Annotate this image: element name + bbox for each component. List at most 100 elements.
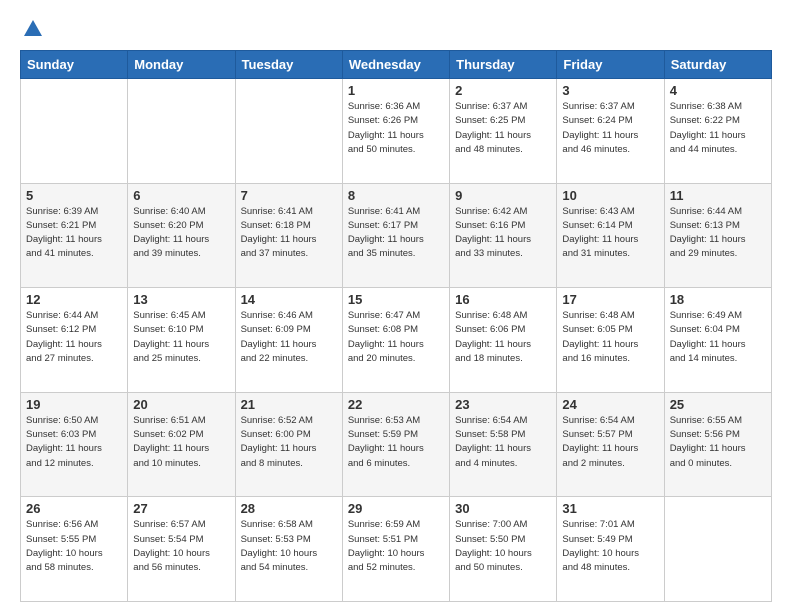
page: SundayMondayTuesdayWednesdayThursdayFrid…: [0, 0, 792, 612]
calendar-cell: 19 Sunrise: 6:50 AM Sunset: 6:03 PM Dayli…: [21, 392, 128, 497]
day-info: Sunrise: 6:40 AM Sunset: 6:20 PM Dayligh…: [133, 205, 229, 262]
calendar-cell: 23Sunrise: 6:54 AM Sunset: 5:58 PM Dayli…: [450, 392, 557, 497]
calendar-table: SundayMondayTuesdayWednesdayThursdayFrid…: [20, 50, 772, 602]
day-number: 24: [562, 397, 658, 412]
col-header-sunday: Sunday: [21, 51, 128, 79]
calendar-cell: 31Sunrise: 7:01 AM Sunset: 5:49 PM Dayli…: [557, 497, 664, 602]
calendar-cell: 15 Sunrise: 6:47 AM Sunset: 6:08 PM Dayli…: [342, 288, 449, 393]
day-info: Sunrise: 6:53 AM Sunset: 5:59 PM Dayligh…: [348, 414, 444, 471]
day-number: 26: [26, 501, 122, 516]
week-row-2: 12 Sunrise: 6:44 AM Sunset: 6:12 PM Dayli…: [21, 288, 772, 393]
day-number: 19: [26, 397, 122, 412]
calendar-cell: 14Sunrise: 6:46 AM Sunset: 6:09 PM Dayli…: [235, 288, 342, 393]
calendar-cell: 18 Sunrise: 6:49 AM Sunset: 6:04 PM Dayli…: [664, 288, 771, 393]
calendar-cell: 6 Sunrise: 6:40 AM Sunset: 6:20 PM Daylig…: [128, 183, 235, 288]
calendar-cell: 26 Sunrise: 6:56 AM Sunset: 5:55 PM Dayli…: [21, 497, 128, 602]
week-row-1: 5 Sunrise: 6:39 AM Sunset: 6:21 PM Daylig…: [21, 183, 772, 288]
day-info: Sunrise: 6:44 AM Sunset: 6:12 PM Dayligh…: [26, 309, 122, 366]
day-info: Sunrise: 6:43 AM Sunset: 6:14 PM Dayligh…: [562, 205, 658, 262]
day-info: Sunrise: 6:45 AM Sunset: 6:10 PM Dayligh…: [133, 309, 229, 366]
day-number: 9: [455, 188, 551, 203]
logo-icon: [22, 18, 44, 40]
col-header-tuesday: Tuesday: [235, 51, 342, 79]
day-number: 29: [348, 501, 444, 516]
calendar-cell: 17 Sunrise: 6:48 AM Sunset: 6:05 PM Dayli…: [557, 288, 664, 393]
day-info: Sunrise: 6:41 AM Sunset: 6:18 PM Dayligh…: [241, 205, 337, 262]
calendar-cell: 13 Sunrise: 6:45 AM Sunset: 6:10 PM Dayli…: [128, 288, 235, 393]
calendar-cell: 25 Sunrise: 6:55 AM Sunset: 5:56 PM Dayli…: [664, 392, 771, 497]
calendar-cell: 22Sunrise: 6:53 AM Sunset: 5:59 PM Dayli…: [342, 392, 449, 497]
calendar-cell: 10Sunrise: 6:43 AM Sunset: 6:14 PM Dayli…: [557, 183, 664, 288]
day-number: 16: [455, 292, 551, 307]
logo: [20, 18, 44, 40]
calendar-cell: 28Sunrise: 6:58 AM Sunset: 5:53 PM Dayli…: [235, 497, 342, 602]
week-row-0: 1Sunrise: 6:36 AM Sunset: 6:26 PM Daylig…: [21, 79, 772, 184]
day-number: 2: [455, 83, 551, 98]
calendar-cell: 21 Sunrise: 6:52 AM Sunset: 6:00 PM Dayli…: [235, 392, 342, 497]
day-info: Sunrise: 6:55 AM Sunset: 5:56 PM Dayligh…: [670, 414, 766, 471]
day-info: Sunrise: 6:36 AM Sunset: 6:26 PM Dayligh…: [348, 100, 444, 157]
day-info: Sunrise: 6:49 AM Sunset: 6:04 PM Dayligh…: [670, 309, 766, 366]
day-info: Sunrise: 6:42 AM Sunset: 6:16 PM Dayligh…: [455, 205, 551, 262]
day-info: Sunrise: 6:48 AM Sunset: 6:06 PM Dayligh…: [455, 309, 551, 366]
day-info: Sunrise: 6:44 AM Sunset: 6:13 PM Dayligh…: [670, 205, 766, 262]
day-number: 11: [670, 188, 766, 203]
day-info: Sunrise: 7:00 AM Sunset: 5:50 PM Dayligh…: [455, 518, 551, 575]
day-info: Sunrise: 6:59 AM Sunset: 5:51 PM Dayligh…: [348, 518, 444, 575]
day-number: 6: [133, 188, 229, 203]
week-row-4: 26 Sunrise: 6:56 AM Sunset: 5:55 PM Dayli…: [21, 497, 772, 602]
day-number: 23: [455, 397, 551, 412]
day-info: Sunrise: 6:54 AM Sunset: 5:57 PM Dayligh…: [562, 414, 658, 471]
header: [20, 18, 772, 40]
calendar-cell: 2 Sunrise: 6:37 AM Sunset: 6:25 PM Daylig…: [450, 79, 557, 184]
col-header-thursday: Thursday: [450, 51, 557, 79]
day-info: Sunrise: 6:52 AM Sunset: 6:00 PM Dayligh…: [241, 414, 337, 471]
calendar-cell: [235, 79, 342, 184]
calendar-cell: [664, 497, 771, 602]
day-number: 25: [670, 397, 766, 412]
day-number: 20: [133, 397, 229, 412]
day-info: Sunrise: 6:37 AM Sunset: 6:25 PM Dayligh…: [455, 100, 551, 157]
calendar-cell: 29 Sunrise: 6:59 AM Sunset: 5:51 PM Dayli…: [342, 497, 449, 602]
calendar-cell: 16 Sunrise: 6:48 AM Sunset: 6:06 PM Dayli…: [450, 288, 557, 393]
day-info: Sunrise: 6:47 AM Sunset: 6:08 PM Dayligh…: [348, 309, 444, 366]
day-number: 30: [455, 501, 551, 516]
calendar-cell: 11 Sunrise: 6:44 AM Sunset: 6:13 PM Dayli…: [664, 183, 771, 288]
day-number: 12: [26, 292, 122, 307]
calendar-cell: 5 Sunrise: 6:39 AM Sunset: 6:21 PM Daylig…: [21, 183, 128, 288]
day-number: 7: [241, 188, 337, 203]
day-info: Sunrise: 6:37 AM Sunset: 6:24 PM Dayligh…: [562, 100, 658, 157]
day-info: Sunrise: 6:56 AM Sunset: 5:55 PM Dayligh…: [26, 518, 122, 575]
week-row-3: 19 Sunrise: 6:50 AM Sunset: 6:03 PM Dayli…: [21, 392, 772, 497]
day-info: Sunrise: 6:39 AM Sunset: 6:21 PM Dayligh…: [26, 205, 122, 262]
calendar-cell: 12 Sunrise: 6:44 AM Sunset: 6:12 PM Dayli…: [21, 288, 128, 393]
day-number: 18: [670, 292, 766, 307]
day-number: 3: [562, 83, 658, 98]
day-info: Sunrise: 6:48 AM Sunset: 6:05 PM Dayligh…: [562, 309, 658, 366]
calendar-cell: [128, 79, 235, 184]
calendar-cell: [21, 79, 128, 184]
calendar-cell: 30 Sunrise: 7:00 AM Sunset: 5:50 PM Dayli…: [450, 497, 557, 602]
day-number: 27: [133, 501, 229, 516]
col-header-saturday: Saturday: [664, 51, 771, 79]
calendar-cell: 1Sunrise: 6:36 AM Sunset: 6:26 PM Daylig…: [342, 79, 449, 184]
day-number: 13: [133, 292, 229, 307]
day-number: 8: [348, 188, 444, 203]
calendar-cell: 3 Sunrise: 6:37 AM Sunset: 6:24 PM Daylig…: [557, 79, 664, 184]
calendar-cell: 20Sunrise: 6:51 AM Sunset: 6:02 PM Dayli…: [128, 392, 235, 497]
day-number: 5: [26, 188, 122, 203]
day-number: 21: [241, 397, 337, 412]
calendar-cell: 7 Sunrise: 6:41 AM Sunset: 6:18 PM Daylig…: [235, 183, 342, 288]
day-number: 17: [562, 292, 658, 307]
day-info: Sunrise: 6:57 AM Sunset: 5:54 PM Dayligh…: [133, 518, 229, 575]
day-info: Sunrise: 6:38 AM Sunset: 6:22 PM Dayligh…: [670, 100, 766, 157]
day-info: Sunrise: 6:41 AM Sunset: 6:17 PM Dayligh…: [348, 205, 444, 262]
day-number: 14: [241, 292, 337, 307]
calendar-header-row: SundayMondayTuesdayWednesdayThursdayFrid…: [21, 51, 772, 79]
calendar-cell: 24 Sunrise: 6:54 AM Sunset: 5:57 PM Dayli…: [557, 392, 664, 497]
col-header-wednesday: Wednesday: [342, 51, 449, 79]
day-info: Sunrise: 6:58 AM Sunset: 5:53 PM Dayligh…: [241, 518, 337, 575]
day-info: Sunrise: 6:50 AM Sunset: 6:03 PM Dayligh…: [26, 414, 122, 471]
calendar-cell: 4Sunrise: 6:38 AM Sunset: 6:22 PM Daylig…: [664, 79, 771, 184]
day-number: 15: [348, 292, 444, 307]
